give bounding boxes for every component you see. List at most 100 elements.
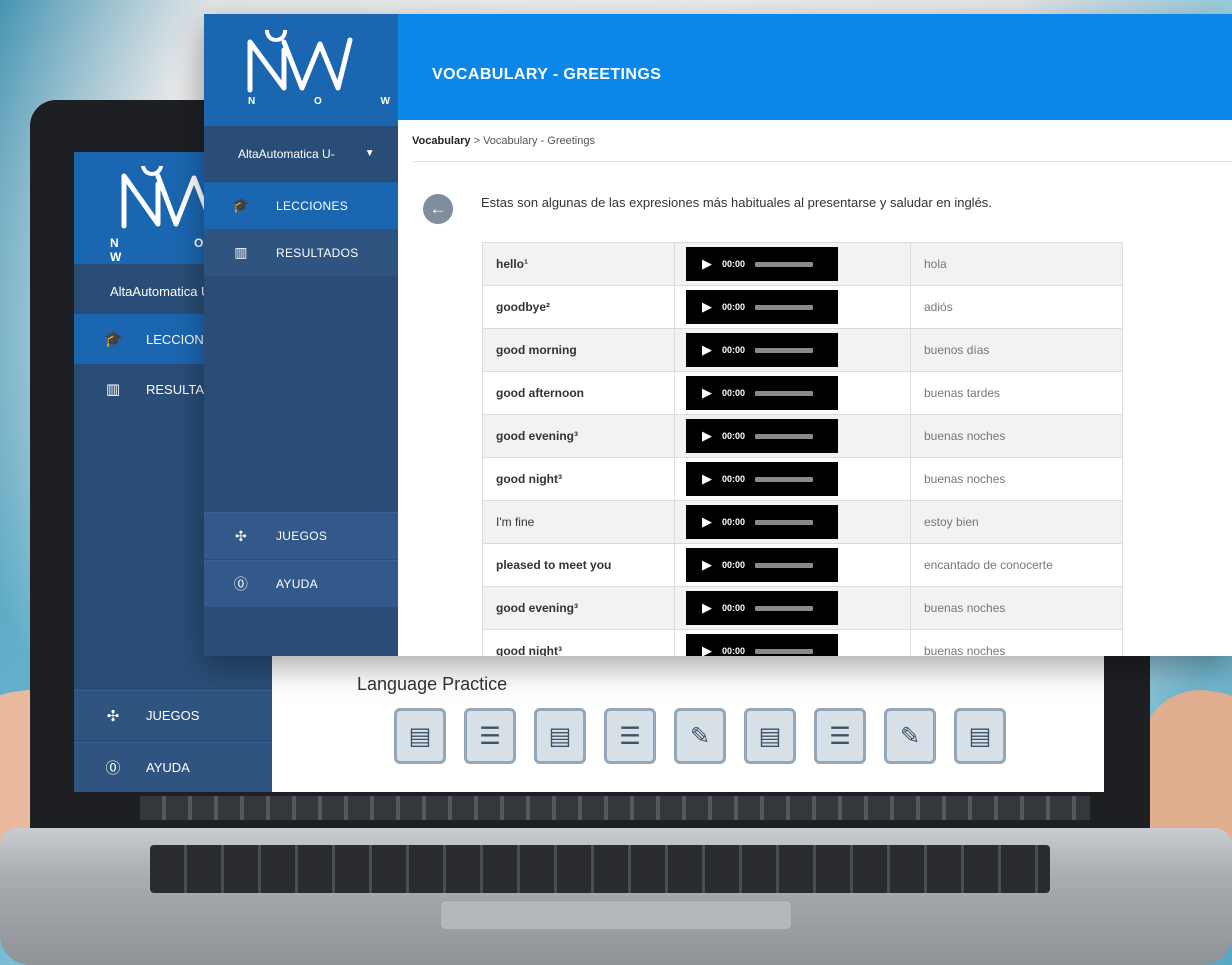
back-arrow-button[interactable]: ← — [423, 194, 453, 224]
back-nav-juegos[interactable]: ✣ JUEGOS — [74, 690, 272, 740]
table-row: pleased to meet you ▶ 00:00 encantado de co… — [482, 543, 1123, 587]
play-icon[interactable]: ▶ — [702, 471, 712, 487]
audio-progress-bar[interactable] — [755, 519, 814, 525]
back-nav-label: AYUDA — [146, 760, 190, 775]
audio-time: 00:00 — [722, 345, 746, 355]
now-logo-mark-icon — [247, 30, 353, 93]
audio-time: 00:00 — [722, 517, 746, 527]
table-row: good night³ ▶ 00:00 buenas noches — [482, 629, 1123, 656]
play-icon[interactable]: ▶ — [702, 256, 712, 272]
document-icon[interactable]: ▤ — [744, 708, 796, 764]
language-practice-title: Language Practice — [357, 674, 508, 694]
audio-time: 00:00 — [722, 560, 746, 570]
document-icon[interactable]: ▤ — [394, 708, 446, 764]
breadcrumb-divider — [412, 161, 1232, 162]
vocab-word: good morning — [482, 328, 675, 372]
nav-label: AYUDA — [276, 577, 318, 591]
audio-player[interactable]: ▶ 00:00 — [686, 333, 838, 367]
audio-player[interactable]: ▶ 00:00 — [686, 419, 838, 453]
audio-player[interactable]: ▶ 00:00 — [686, 290, 838, 324]
table-row: good afternoon ▶ 00:00 buenas tardes — [482, 371, 1123, 415]
nav-ayuda[interactable]: ⓪ AYUDA — [204, 560, 398, 607]
bar-chart-icon: ▥ — [105, 381, 121, 398]
audio-progress-bar[interactable] — [755, 648, 814, 654]
audio-cell: ▶ 00:00 — [674, 457, 911, 501]
intro-text: Estas son algunas de las expresiones más… — [481, 195, 992, 210]
arrow-left-icon: ← — [429, 199, 447, 218]
audio-cell: ▶ 00:00 — [674, 371, 911, 415]
audio-time: 00:00 — [722, 646, 746, 656]
logo[interactable]: N O W — [204, 14, 398, 126]
laptop-keyboard — [150, 845, 1050, 893]
vocab-translation: buenas noches — [910, 457, 1123, 501]
vocab-translation: hola — [910, 242, 1123, 286]
document-icon[interactable]: ▤ — [954, 708, 1006, 764]
audio-progress-bar[interactable] — [755, 605, 814, 611]
vocab-translation: buenos días — [910, 328, 1123, 372]
play-icon[interactable]: ▶ — [702, 557, 712, 573]
vocab-word: pleased to meet you — [482, 543, 675, 587]
vocab-translation: encantado de conocerte — [910, 543, 1123, 587]
audio-progress-bar[interactable] — [755, 433, 814, 439]
nav-label: LECCIONES — [276, 198, 349, 213]
play-icon[interactable]: ▶ — [702, 342, 712, 358]
list-icon[interactable]: ☰ — [604, 708, 656, 764]
audio-player[interactable]: ▶ 00:00 — [686, 247, 838, 281]
document-icon[interactable]: ▤ — [534, 708, 586, 764]
audio-progress-bar[interactable] — [755, 562, 814, 568]
audio-player[interactable]: ▶ 00:00 — [686, 505, 838, 539]
laptop-touchpad — [440, 900, 792, 930]
audio-player[interactable]: ▶ 00:00 — [686, 634, 838, 656]
table-row: goodbye² ▶ 00:00 adiós — [482, 285, 1123, 329]
play-icon[interactable]: ▶ — [702, 299, 712, 315]
audio-player[interactable]: ▶ 00:00 — [686, 376, 838, 410]
gamepad-icon: ✣ — [234, 527, 248, 544]
table-row: good night³ ▶ 00:00 buenas noches — [482, 457, 1123, 501]
audio-progress-bar[interactable] — [755, 347, 814, 353]
play-icon[interactable]: ▶ — [702, 643, 712, 656]
play-icon[interactable]: ▶ — [702, 600, 712, 616]
back-nav-label: LECCION — [146, 331, 204, 347]
user-name: AltaAutomatica U- — [238, 146, 335, 161]
pencil-icon[interactable]: ✎ — [884, 708, 936, 764]
audio-cell: ▶ 00:00 — [674, 414, 911, 458]
audio-progress-bar[interactable] — [755, 261, 814, 267]
audio-progress-bar[interactable] — [755, 304, 814, 310]
audio-player[interactable]: ▶ 00:00 — [686, 462, 838, 496]
nav-resultados[interactable]: ▥ RESULTADOS — [204, 229, 398, 276]
gamepad-icon: ✣ — [106, 707, 120, 725]
play-icon[interactable]: ▶ — [702, 514, 712, 530]
help-icon: ⓪ — [233, 576, 249, 592]
list-icon[interactable]: ☰ — [814, 708, 866, 764]
table-row: good evening³ ▶ 00:00 buenas noches — [482, 586, 1123, 630]
graduation-cap-icon: 🎓 — [104, 331, 123, 348]
audio-player[interactable]: ▶ 00:00 — [686, 591, 838, 625]
page-header: VOCABULARY - GREETINGS — [398, 14, 1232, 120]
vocab-word: good evening³ — [482, 586, 675, 630]
vocab-word: good afternoon — [482, 371, 675, 415]
audio-time: 00:00 — [722, 431, 746, 441]
play-icon[interactable]: ▶ — [702, 428, 712, 444]
nav-lecciones[interactable]: 🎓 LECCIONES — [204, 182, 398, 229]
vocab-word: good night³ — [482, 457, 675, 501]
vocab-word: hello¹ — [482, 242, 675, 286]
pencil-icon[interactable]: ✎ — [674, 708, 726, 764]
audio-player[interactable]: ▶ 00:00 — [686, 548, 838, 582]
audio-time: 00:00 — [722, 474, 746, 484]
back-nav-ayuda[interactable]: ⓪ AYUDA — [74, 742, 272, 792]
audio-time: 00:00 — [722, 302, 746, 312]
audio-progress-bar[interactable] — [755, 476, 814, 482]
user-dropdown[interactable]: AltaAutomatica U- ▼ — [204, 126, 398, 182]
vocab-translation: buenas noches — [910, 629, 1123, 656]
nav-juegos[interactable]: ✣ JUEGOS — [204, 512, 398, 559]
audio-progress-bar[interactable] — [755, 390, 814, 396]
nav-label: JUEGOS — [276, 529, 328, 543]
list-icon[interactable]: ☰ — [464, 708, 516, 764]
play-icon[interactable]: ▶ — [702, 385, 712, 401]
nav-label: RESULTADOS — [276, 245, 359, 260]
help-icon: ⓪ — [105, 760, 121, 777]
table-row: good evening³ ▶ 00:00 buenas noches — [482, 414, 1123, 458]
page-title: VOCABULARY - GREETINGS — [432, 66, 662, 83]
audio-cell: ▶ 00:00 — [674, 285, 911, 329]
breadcrumb-root[interactable]: Vocabulary — [412, 135, 471, 147]
